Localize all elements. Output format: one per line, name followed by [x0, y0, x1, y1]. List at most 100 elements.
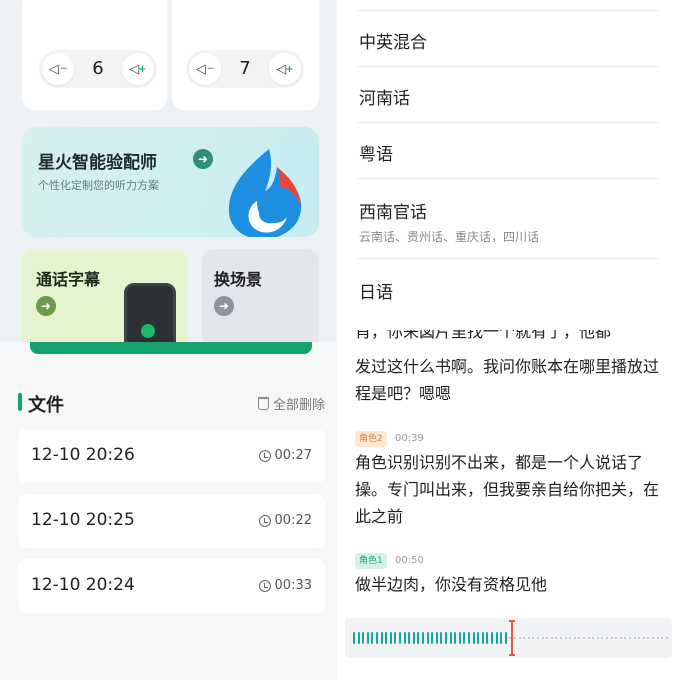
call-button-icon — [141, 324, 155, 338]
waveform-bar — [399, 632, 401, 644]
volume-control: ◁ − 6 ◁ + — [39, 50, 157, 88]
waveform-dot — [656, 637, 659, 639]
language-option[interactable]: 中英混合 — [357, 10, 659, 66]
file-date: 12-10 20:26 — [31, 445, 135, 465]
arrow-right-icon[interactable]: ➜ — [193, 149, 213, 169]
waveform-bar — [495, 632, 498, 644]
transcript-partial-line: 肖，你来図片里找一个就有了，他都 — [355, 330, 612, 341]
waveform-dot — [518, 637, 521, 639]
waveform-dot — [537, 637, 539, 639]
delete-all-button[interactable]: 全部删除 — [257, 394, 325, 413]
waveform-bar — [408, 632, 411, 644]
waveform-bar — [477, 632, 480, 644]
language-option[interactable]: 河南话 — [357, 66, 659, 122]
waveform-dot — [610, 637, 613, 639]
language-option[interactable]: 粤语 — [357, 122, 659, 178]
volume-up-icon[interactable]: ◁ + — [269, 53, 301, 85]
call-subtitle-card[interactable]: 通话字幕 ➜ — [22, 249, 188, 342]
files-header: 文件 全部删除 — [18, 392, 325, 416]
clock-icon — [258, 514, 271, 527]
left-top-panel: ◁ − 6 ◁ + ◁ − 7 ◁ + 星火智能验配师 ➜ 个性化定制您的听力方案 通话… — [0, 0, 337, 342]
waveform-bar — [380, 632, 383, 644]
waveform-bar — [454, 632, 457, 644]
waveform-bar — [491, 632, 493, 644]
transcript-text: 发过这什么书啊。我问你账本在哪里播放过程是吧？嗯嗯 — [355, 357, 660, 403]
waveform-dot — [527, 637, 530, 639]
transcript-text: 角色识别识别不出来，都是一个人说话了操。专门叫出来，但我要亲自给你把关，在此之前 — [355, 453, 660, 526]
change-scene-card[interactable]: 换场景 ➜ — [202, 249, 319, 342]
files-title: 文件 — [28, 395, 64, 416]
arrow-right-icon[interactable]: ➜ — [214, 296, 234, 316]
waveform-bar — [385, 632, 388, 644]
waveform-bar — [353, 632, 355, 644]
waveform-dot — [587, 637, 590, 639]
waveform-bar — [426, 632, 429, 644]
spark-card-subtitle: 个性化定制您的听力方案 — [38, 179, 159, 192]
segment-time: 00:50 — [395, 555, 424, 566]
change-scene-title: 换场景 — [214, 270, 263, 289]
waveform-dot — [592, 637, 595, 639]
waveform-dot — [564, 637, 567, 639]
waveform-dot — [647, 637, 650, 639]
delete-all-label: 全部删除 — [272, 398, 325, 413]
waveform-bar — [468, 632, 470, 644]
waveform-bar — [481, 632, 484, 644]
speaker-tag: 角色2 — [355, 431, 387, 447]
arrow-right-icon[interactable]: ➜ — [36, 296, 56, 316]
file-duration: 00:33 — [258, 578, 312, 593]
waveform-dot — [615, 637, 618, 639]
language-option[interactable]: 西南官话 云南话、贵州话、重庆话，四川话 — [357, 178, 659, 258]
file-date: 12-10 20:25 — [31, 510, 135, 530]
waveform-bar — [357, 632, 360, 644]
waveform-dot — [555, 637, 558, 639]
record-button-edge[interactable] — [30, 342, 312, 354]
volume-control: ◁ − 7 ◁ + — [186, 50, 304, 88]
waveform-dot — [573, 637, 576, 639]
waveform-bar — [431, 632, 434, 644]
waveform-dot — [633, 637, 636, 639]
waveform-dot — [546, 637, 549, 639]
clock-icon — [258, 449, 271, 462]
waveform-bar — [403, 632, 406, 644]
waveform-bar — [449, 632, 452, 644]
waveform-dot — [601, 637, 604, 639]
file-item[interactable]: 12-10 20:25 00:22 — [18, 494, 325, 548]
waveform-dot — [560, 637, 562, 639]
spark-fitting-card[interactable]: 星火智能验配师 ➜ 个性化定制您的听力方案 — [22, 127, 319, 237]
waveform-dot — [638, 637, 641, 639]
language-name: 中英混合 — [359, 33, 427, 53]
waveform-bar — [412, 632, 415, 644]
language-description: 云南话、贵州话、重庆话，四川话 — [359, 230, 540, 244]
waveform-bar — [422, 632, 424, 644]
audio-waveform[interactable] — [345, 618, 672, 658]
language-name: 河南话 — [359, 89, 410, 109]
language-list-panel: 中英混合 河南话 粤语 西南官话 云南话、贵州话、重庆话，四川话 日语 — [337, 0, 680, 330]
volume-up-icon[interactable]: ◁ + — [122, 53, 154, 85]
waveform-dot — [541, 637, 544, 639]
waveform-bar — [362, 632, 365, 644]
transcript-panel: 肖，你来図片里找一个就有了，他都 发过这什么书啊。我问你账本在哪里播放过程是吧？… — [337, 330, 680, 680]
waveform-dot — [629, 637, 631, 639]
language-option[interactable]: 日语 — [357, 258, 659, 318]
left-bottom-panel: 文件 全部删除 12-10 20:26 00:27 12-10 20:25 00… — [0, 342, 337, 680]
waveform-dot — [569, 637, 572, 639]
file-item[interactable]: 12-10 20:26 00:27 — [18, 429, 325, 483]
waveform-dot — [596, 637, 599, 639]
phone-call-icon — [124, 283, 176, 342]
waveform-dot — [606, 637, 608, 639]
waveform-bar — [389, 632, 392, 644]
waveform-dot — [652, 637, 654, 639]
waveform-bar — [445, 632, 447, 644]
waveform-dot — [514, 637, 516, 639]
waveform-bar — [486, 632, 489, 644]
file-item[interactable]: 12-10 20:24 00:33 — [18, 559, 325, 613]
waveform-dot — [665, 637, 668, 639]
playhead-cursor[interactable] — [509, 620, 515, 656]
waveform-dot — [578, 637, 581, 639]
waveform-bar — [458, 632, 461, 644]
waveform-bar — [435, 632, 438, 644]
waveform-bar — [504, 632, 507, 644]
speaker-tag: 角色1 — [355, 553, 387, 569]
card-header-fragment — [62, 0, 110, 4]
segment-time: 00:39 — [395, 433, 424, 444]
